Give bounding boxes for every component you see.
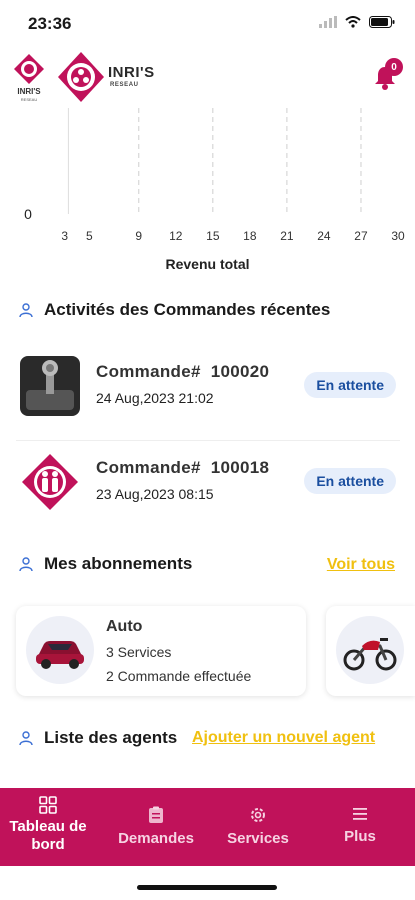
signal-icon (319, 16, 337, 28)
status-bar: 23:36 (0, 0, 415, 46)
recent-orders-title: Activités des Commandes récentes (44, 300, 331, 319)
x-tick-label: 9 (135, 229, 142, 243)
see-all-link[interactable]: Voir tous (327, 556, 395, 574)
home-indicator (137, 885, 277, 890)
subscriptions-title: Mes abonnements (44, 554, 193, 573)
bottom-nav: Tableau de bord Demandes Services Plus (0, 788, 415, 866)
clipboard-icon (149, 806, 163, 823)
nav-plus[interactable]: Plus (312, 788, 408, 866)
subscription-card-moto[interactable] (326, 606, 415, 696)
order-row[interactable]: Commande# 100020 24 Aug,2023 21:02 En at… (20, 356, 398, 418)
brand-name: INRI'S (108, 64, 155, 81)
motorcycle-icon (336, 616, 404, 684)
x-tick-label: 24 (317, 229, 331, 243)
agents-title: Liste des agents (44, 728, 178, 747)
wifi-icon (345, 16, 361, 28)
logo-main: INRI'S RESEAU (56, 50, 176, 104)
y-tick-label: 0 (24, 206, 32, 222)
order-thumbnail (20, 452, 80, 512)
menu-icon (353, 808, 367, 820)
x-tick-label: 5 (86, 229, 93, 243)
person-icon (19, 303, 33, 318)
notification-count: 0 (385, 58, 403, 76)
status-badge[interactable]: En attente (304, 372, 396, 398)
grid-icon (39, 796, 57, 814)
nav-demandes[interactable]: Demandes (106, 788, 206, 866)
svg-text:RESEAU: RESEAU (21, 97, 38, 102)
person-icon (19, 557, 33, 572)
subscription-name: Auto (106, 618, 143, 635)
nav-label: Tableau de (9, 818, 87, 835)
battery-icon (369, 16, 395, 28)
order-date: 24 Aug,2023 21:02 (96, 390, 214, 406)
divider (16, 440, 400, 441)
car-icon (26, 616, 94, 684)
x-tick-label: 18 (243, 229, 257, 243)
gear-icon (251, 808, 265, 822)
brand-sub: RESEAU (110, 82, 139, 88)
order-number: Commande# 100018 (96, 458, 270, 477)
nav-services[interactable]: Services (210, 788, 306, 866)
nav-label: bord (31, 836, 65, 853)
status-badge[interactable]: En attente (304, 468, 396, 494)
recent-orders-header: Activités des Commandes récentes (18, 300, 330, 320)
order-date: 23 Aug,2023 08:15 (96, 486, 214, 502)
add-agent-link[interactable]: Ajouter un nouvel agent (192, 729, 375, 747)
nav-label: Services (227, 830, 289, 847)
status-icons (319, 16, 395, 28)
nav-label: Plus (344, 828, 376, 845)
x-tick-label: 12 (169, 229, 183, 243)
chart-title: Revenu total (165, 256, 250, 272)
nav-tableau-de-bord[interactable]: Tableau de bord (0, 788, 96, 866)
subscription-card-auto[interactable]: Auto 3 Services 2 Commande effectuée (16, 606, 306, 696)
notification-button[interactable]: 0 (369, 58, 403, 92)
logo-small: INRI'S RESEAU (10, 52, 48, 102)
subscription-services: 3 Services (106, 644, 172, 660)
order-number: Commande# 100020 (96, 362, 270, 381)
x-tick-label: 3 (61, 229, 68, 243)
nav-label: Demandes (118, 830, 194, 847)
x-tick-label: 15 (206, 229, 220, 243)
svg-text:INRI'S: INRI'S (17, 87, 41, 96)
status-time: 23:36 (28, 14, 72, 33)
x-tick-label: 30 (391, 229, 405, 243)
person-icon (19, 731, 33, 746)
subscription-orders: 2 Commande effectuée (106, 668, 252, 684)
order-thumbnail (20, 356, 80, 416)
app-header: INRI'S RESEAU INRI'S RESEAU 0 (0, 46, 415, 108)
order-row[interactable]: Commande# 100018 23 Aug,2023 08:15 En at… (20, 452, 398, 514)
x-tick-label: 21 (280, 229, 294, 243)
x-tick-label: 27 (354, 229, 368, 243)
agents-header: Liste des agents (18, 728, 177, 748)
subscriptions-header: Mes abonnements (18, 554, 192, 574)
